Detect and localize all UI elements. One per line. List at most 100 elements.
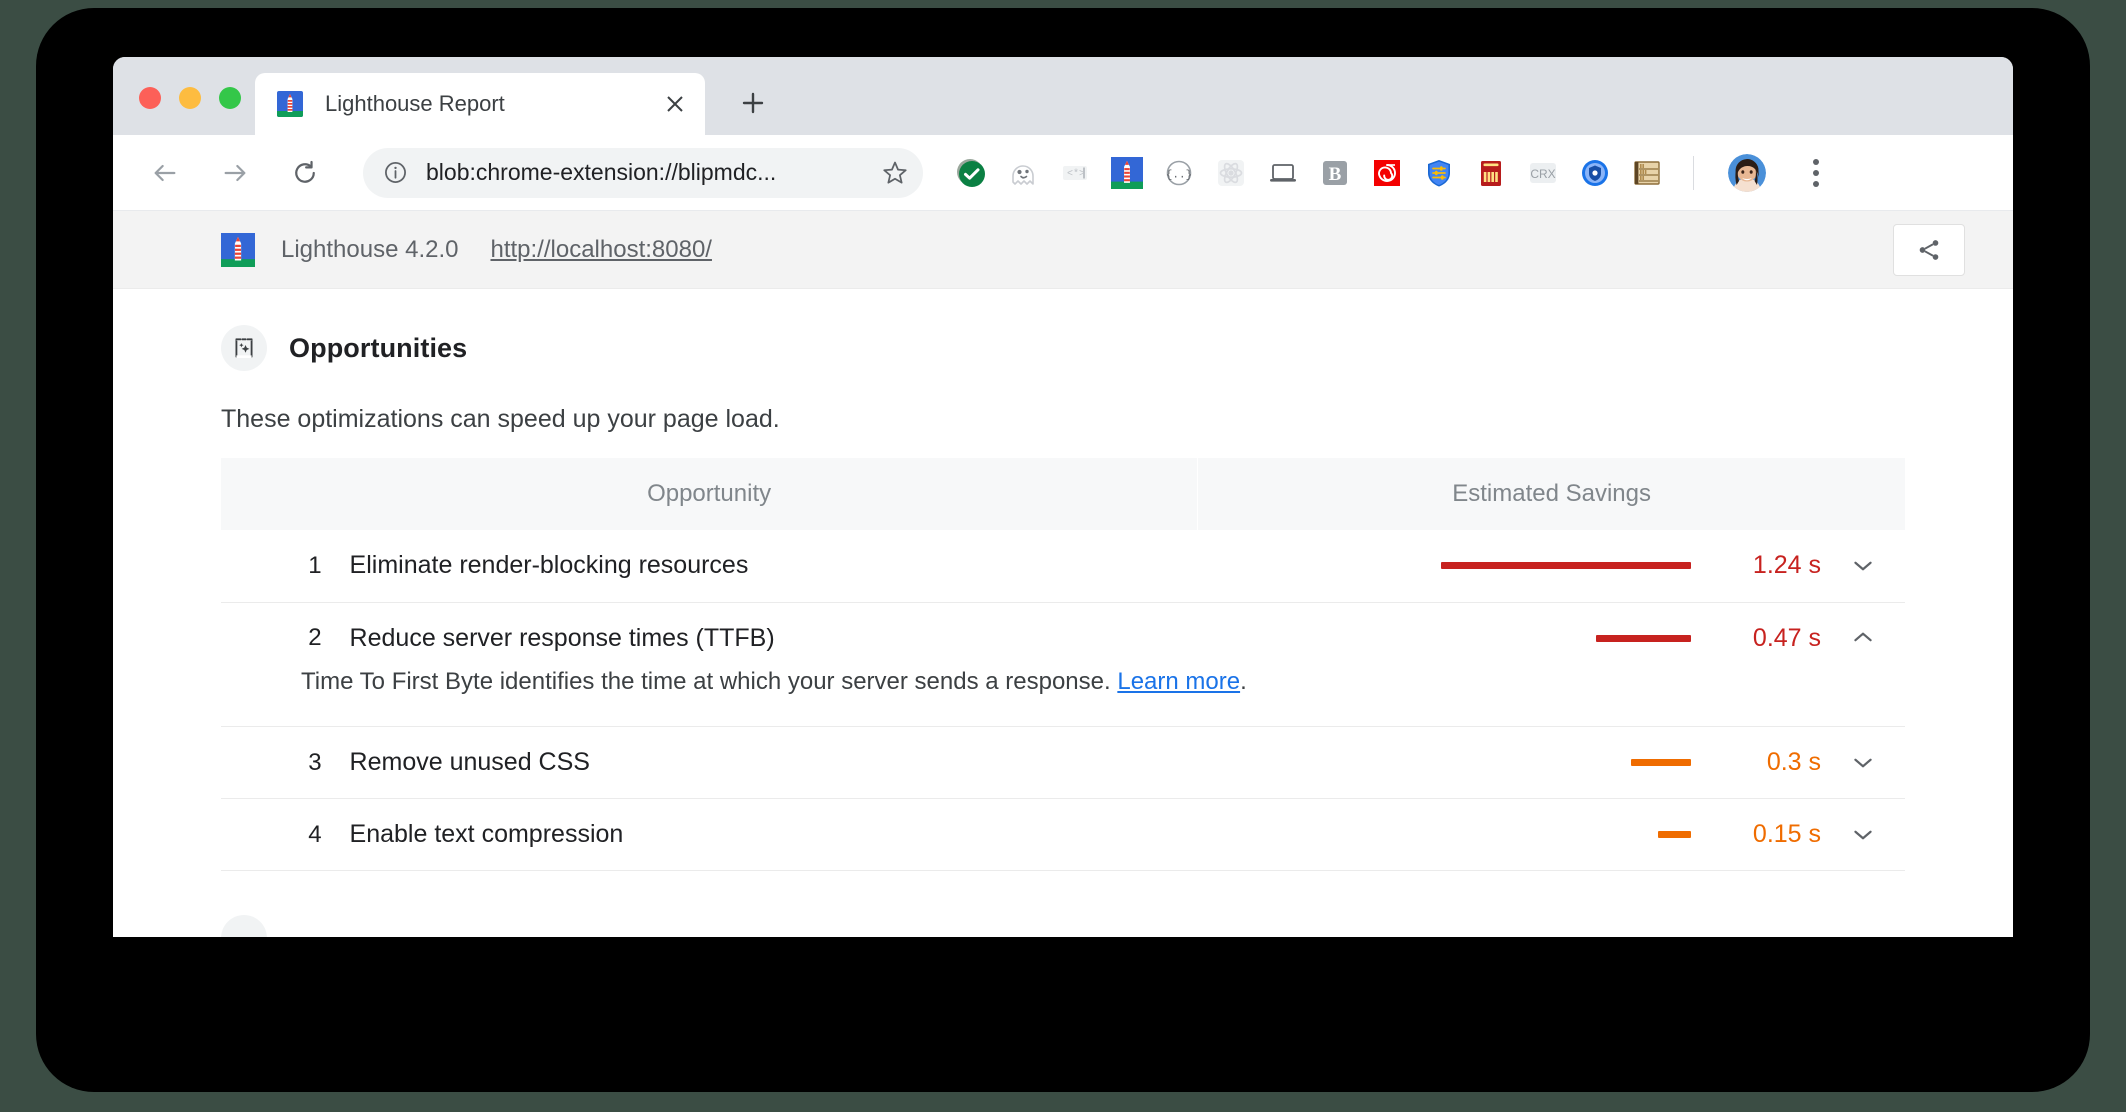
bitly-extension-icon[interactable]: B	[1317, 155, 1353, 191]
page-title: Opportunities	[289, 332, 468, 363]
window-close-button[interactable]	[139, 87, 161, 109]
share-button[interactable]	[1893, 223, 1965, 276]
column-header-estimated-savings: Estimated Savings	[1197, 458, 1905, 530]
opportunity-title[interactable]: Reduce server response times (TTFB)	[322, 602, 1198, 674]
opportunities-table: Opportunity Estimated Savings 1 Eliminate…	[221, 458, 1905, 871]
window-traffic-lights	[139, 87, 241, 109]
table-row[interactable]: 2 Reduce server response times (TTFB) 0.47…	[221, 602, 1905, 674]
extension-icon-bar: <*> {..} B CRX	[953, 151, 1991, 195]
column-header-opportunity: Opportunity	[221, 458, 1199, 530]
savings-bar	[1596, 634, 1692, 642]
window-maximize-button[interactable]	[219, 87, 241, 109]
table-head: Opportunity Estimated Savings	[221, 458, 1905, 530]
audited-url-link[interactable]: http://localhost:8080/	[490, 236, 711, 264]
crx-viewer-extension-icon[interactable]: CRX	[1525, 155, 1561, 191]
savings-bar-track	[1331, 634, 1692, 642]
settings-shield-extension-icon[interactable]	[1421, 155, 1457, 191]
browser-toolbar: blob:chrome-extension://blipmdc... <*> {…	[113, 135, 2013, 211]
wappalyzer-extension-icon[interactable]: <*>	[1057, 155, 1093, 191]
menu-dot	[1813, 180, 1819, 187]
opportunity-description-cell: Time To First Byte identifies the time a…	[221, 668, 1905, 727]
estimated-savings-cell: 1.24 s	[1198, 530, 1821, 602]
savings-value: 0.15 s	[1752, 820, 1822, 848]
chevron-down-icon[interactable]	[1821, 799, 1905, 871]
svg-text:{..}: {..}	[1166, 169, 1192, 181]
tab-title: Lighthouse Report	[325, 91, 505, 116]
opportunity-description: Time To First Byte identifies the time a…	[221, 668, 1905, 696]
hypnotize-extension-icon[interactable]	[1369, 155, 1405, 191]
opportunity-title[interactable]: Eliminate render-blocking resources	[322, 530, 1198, 602]
tab-close-icon[interactable]	[655, 84, 695, 124]
section-subtitle: These optimizations can speed up your pa…	[221, 405, 780, 433]
estimated-savings-cell: 0.3 s	[1198, 727, 1821, 799]
table-header-row: Opportunity Estimated Savings	[221, 458, 1905, 530]
chrome-menu-button[interactable]	[1796, 151, 1836, 195]
back-button[interactable]	[139, 147, 191, 199]
estimated-savings-cell: 0.15 s	[1198, 799, 1821, 871]
opportunity-title[interactable]: Remove unused CSS	[322, 727, 1198, 799]
lighthouse-icon	[221, 232, 255, 267]
menu-dot	[1813, 158, 1819, 165]
opportunity-description-row: Time To First Byte identifies the time a…	[221, 668, 1905, 727]
savings-value: 0.47 s	[1752, 623, 1822, 652]
new-tab-button[interactable]	[727, 77, 779, 129]
savings-bar-track	[1331, 759, 1692, 766]
learn-more-link[interactable]: Learn more	[1117, 668, 1240, 695]
address-bar-url[interactable]: blob:chrome-extension://blipmdc...	[426, 159, 873, 186]
reload-button[interactable]	[279, 147, 331, 199]
savings-bar-track	[1331, 831, 1692, 838]
menu-dot	[1813, 169, 1819, 176]
react-devtools-extension-icon[interactable]	[1213, 155, 1249, 191]
opportunities-section: Opportunities These optimizations can sp…	[113, 289, 2013, 937]
star-icon[interactable]	[881, 159, 909, 187]
row-index: 4	[308, 820, 322, 848]
savings-bar-track	[1331, 562, 1692, 570]
description-text: Time To First Byte identifies the time a…	[301, 668, 1118, 695]
report-header: Lighthouse 4.2.0 http://localhost:8080/	[113, 211, 2013, 289]
forward-button[interactable]	[209, 147, 261, 199]
lighthouse-version: Lighthouse 4.2.0	[281, 235, 459, 263]
bookshelf-extension-icon[interactable]	[1629, 155, 1665, 191]
chevron-down-icon[interactable]	[1821, 530, 1905, 602]
table-row[interactable]: 4 Enable text compression 0.15 s	[221, 799, 1905, 871]
chevron-up-icon[interactable]	[1821, 602, 1905, 674]
lighthouse-extension-icon[interactable]	[1109, 155, 1145, 191]
lighthouse-report-page: Lighthouse 4.2.0 http://localhost:8080/	[113, 211, 2013, 937]
row-index: 2	[308, 624, 322, 652]
table-row[interactable]: 1 Eliminate render-blocking resources 1.24…	[221, 530, 1905, 602]
toolbar-divider	[1693, 155, 1694, 190]
savings-bar	[1658, 831, 1692, 838]
estimated-savings-cell: 0.47 s	[1198, 602, 1821, 674]
next-section-icon-placeholder	[221, 915, 267, 937]
savings-value: 0.3 s	[1766, 748, 1822, 776]
window-resizer-extension-icon[interactable]	[1265, 155, 1301, 191]
chevron-down-icon[interactable]	[1821, 727, 1905, 799]
tab-lighthouse-report[interactable]: Lighthouse Report	[255, 73, 705, 135]
opportunity-title[interactable]: Enable text compression	[322, 799, 1198, 871]
opportunities-icon	[221, 325, 267, 371]
ghostery-extension-icon[interactable]	[1005, 155, 1041, 191]
address-bar[interactable]: blob:chrome-extension://blipmdc...	[363, 147, 923, 198]
savings-bar	[1631, 759, 1692, 766]
savings-value: 1.24 s	[1752, 551, 1822, 580]
window-minimize-button[interactable]	[179, 87, 201, 109]
lighthouse-icon	[277, 91, 303, 117]
svg-text:CRX: CRX	[1530, 167, 1555, 181]
tab-strip: Lighthouse Report	[113, 57, 2013, 135]
svg-text:B: B	[1329, 164, 1342, 185]
user-avatar[interactable]	[1728, 153, 1766, 192]
browser-window: Lighthouse Report blob:chrome-extension:…	[113, 57, 2013, 937]
green-check-extension-icon[interactable]	[953, 155, 989, 191]
json-formatter-extension-icon[interactable]: {..}	[1161, 155, 1197, 191]
savings-bar	[1441, 562, 1692, 570]
table-body: 1 Eliminate render-blocking resources 1.24…	[221, 530, 1905, 871]
info-circle-icon[interactable]	[383, 160, 408, 185]
privacy-badger-extension-icon[interactable]	[1577, 155, 1613, 191]
svg-text:<*>: <*>	[1067, 168, 1085, 180]
row-index: 1	[308, 551, 322, 579]
row-index: 3	[308, 748, 322, 776]
description-tail: .	[1240, 668, 1247, 695]
table-row[interactable]: 3 Remove unused CSS 0.3 s	[221, 727, 1905, 799]
red-book-extension-icon[interactable]	[1473, 155, 1509, 191]
section-title-row: Opportunities	[221, 325, 1905, 371]
